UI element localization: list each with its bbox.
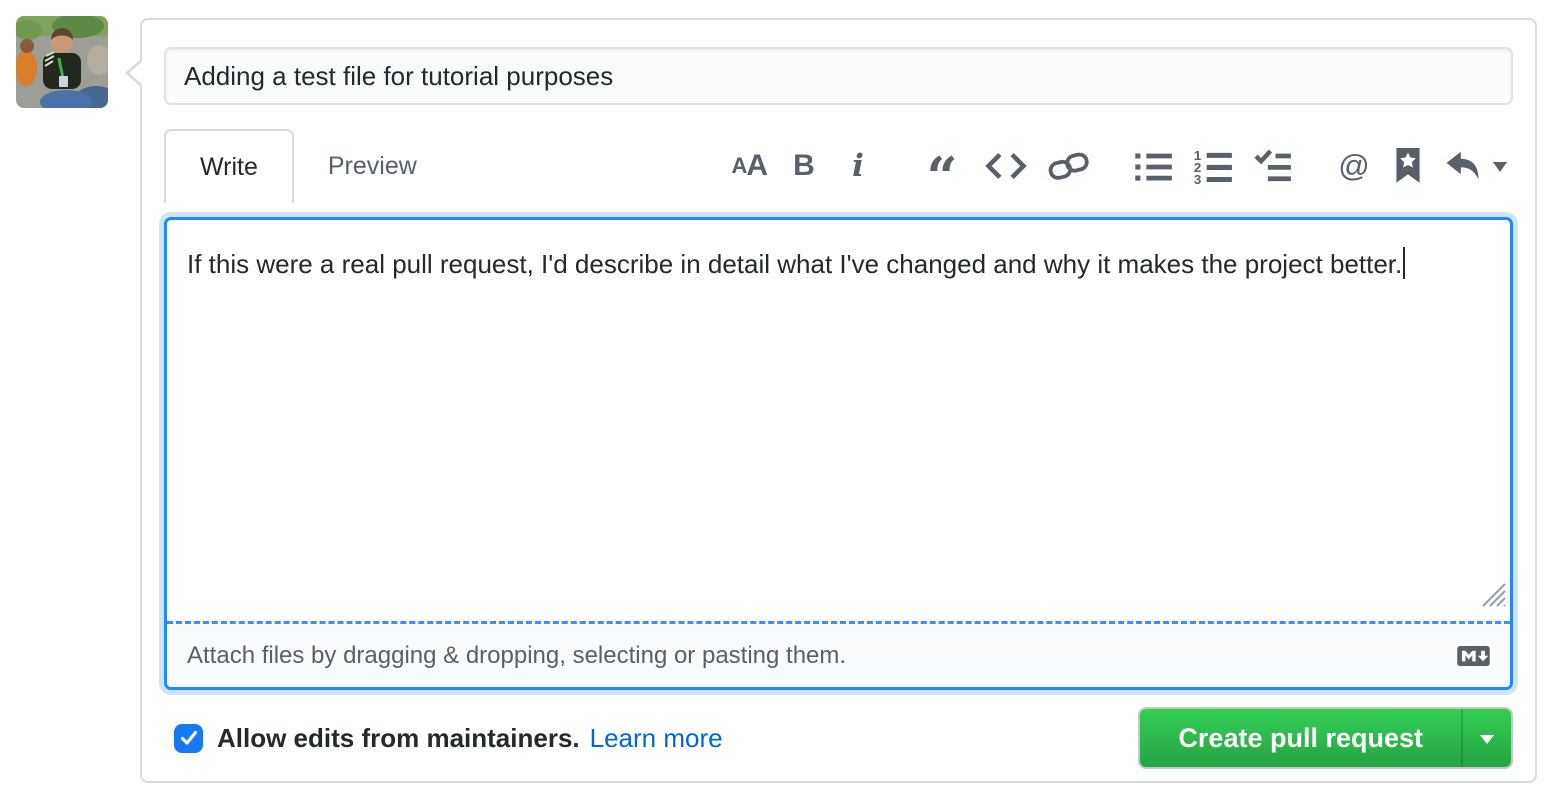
comment-box: If this were a real pull request, I'd de… <box>164 217 1513 690</box>
resize-handle[interactable] <box>1478 576 1506 621</box>
learn-more-link[interactable]: Learn more <box>590 723 723 754</box>
comment-text: If this were a real pull request, I'd de… <box>187 249 1402 279</box>
text-cursor <box>1403 247 1405 279</box>
tab-write[interactable]: Write <box>164 129 294 203</box>
allow-edits-group: Allow edits from maintainers. Learn more <box>174 723 723 754</box>
svg-text:3: 3 <box>1194 172 1201 184</box>
card-pointer-arrow-fill <box>129 60 144 86</box>
text-size-big-a: A <box>746 149 767 183</box>
quote-icon[interactable]: “ <box>919 144 965 188</box>
text-size-icon[interactable]: AA <box>731 144 767 188</box>
code-icon[interactable] <box>985 144 1027 188</box>
toolbar-group-lists: 123 <box>1135 144 1293 188</box>
tab-preview[interactable]: Preview <box>294 129 451 203</box>
avatar-photo <box>16 16 108 108</box>
text-size-small-a: A <box>731 153 746 179</box>
task-list-icon-svg <box>1253 149 1293 183</box>
toolbar-group-insert: “ <box>919 144 1091 188</box>
reply-icon-svg <box>1445 150 1483 182</box>
allow-edits-checkbox[interactable] <box>174 724 203 753</box>
pull-request-form-page: Write Preview AA B i “ <box>0 0 1558 806</box>
link-icon[interactable] <box>1047 144 1091 188</box>
comment-textarea[interactable]: If this were a real pull request, I'd de… <box>167 220 1510 625</box>
toolbar-group-extras: @ <box>1337 144 1507 188</box>
unordered-list-icon-svg <box>1135 149 1173 183</box>
form-actions: Allow edits from maintainers. Learn more… <box>164 707 1513 769</box>
saved-replies-icon-svg <box>1395 148 1421 184</box>
markdown-toolbar: AA B i “ <box>731 144 1513 188</box>
ordered-list-icon-svg: 123 <box>1193 148 1233 184</box>
saved-replies-icon[interactable] <box>1391 144 1425 188</box>
toolbar-group-text: AA B i <box>731 144 875 188</box>
reply-icon[interactable] <box>1445 144 1507 188</box>
avatar <box>16 16 108 108</box>
bold-icon[interactable]: B <box>787 144 821 188</box>
allow-edits-label: Allow edits from maintainers. <box>217 723 580 754</box>
attach-files-area[interactable]: Attach files by dragging & dropping, sel… <box>167 621 1510 687</box>
code-icon-svg <box>985 152 1027 180</box>
ordered-list-icon[interactable]: 123 <box>1193 144 1233 188</box>
task-list-icon[interactable] <box>1253 144 1293 188</box>
markdown-icon-svg <box>1457 646 1490 666</box>
attach-hint-text: Attach files by dragging & dropping, sel… <box>187 642 846 670</box>
resize-handle-svg <box>1478 579 1506 607</box>
unordered-list-icon[interactable] <box>1135 144 1173 188</box>
checkmark-icon <box>179 728 199 748</box>
reply-dropdown-icon[interactable] <box>1493 162 1507 179</box>
quote-glyph: “ <box>919 148 965 184</box>
mention-icon[interactable]: @ <box>1337 144 1371 188</box>
pr-title-input[interactable] <box>164 47 1513 105</box>
pr-form-card: Write Preview AA B i “ <box>140 18 1537 783</box>
create-pull-request-button[interactable]: Create pull request <box>1140 709 1461 767</box>
create-pull-request-button-group: Create pull request <box>1138 707 1513 769</box>
dropdown-caret-icon <box>1480 735 1494 751</box>
link-icon-svg <box>1047 151 1091 181</box>
italic-icon[interactable]: i <box>841 144 875 188</box>
create-pull-request-dropdown[interactable] <box>1461 709 1511 767</box>
markdown-icon[interactable] <box>1457 646 1490 666</box>
comment-form-head: Write Preview AA B i “ <box>164 129 1513 203</box>
